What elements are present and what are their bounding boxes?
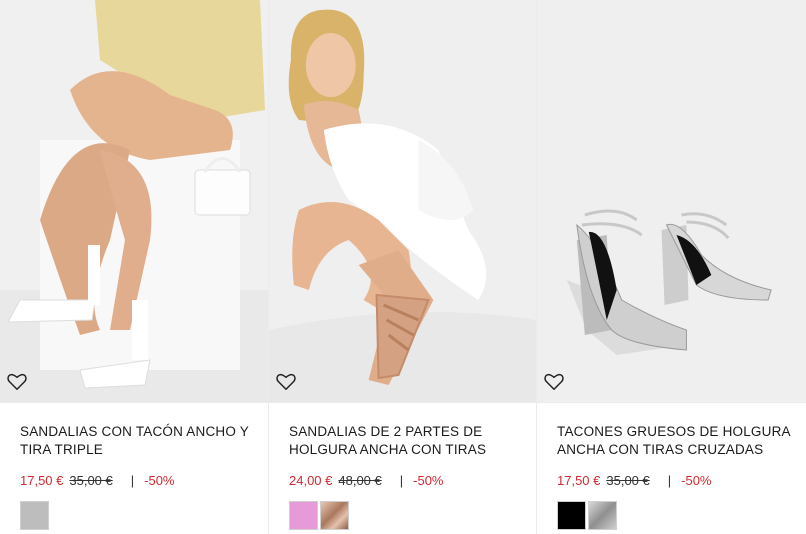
product-info: SANDALIAS DE 2 PARTES DE HOLGURA ANCHA C… <box>269 402 536 534</box>
product-info: SANDALIAS CON TACÓN ANCHO Y TIRA TRIPLE … <box>0 402 268 534</box>
color-swatches <box>20 501 49 530</box>
discount-badge: -50% <box>413 472 444 488</box>
product-card[interactable]: SANDALIAS DE 2 PARTES DE HOLGURA ANCHA C… <box>268 0 536 534</box>
rose-gold-swatch[interactable] <box>320 501 349 530</box>
pink-swatch[interactable] <box>289 501 318 530</box>
silver-swatch[interactable] <box>20 501 49 530</box>
price-row: 17,50 € 35,00 € | -50% <box>557 471 712 489</box>
heart-outline-icon[interactable] <box>6 370 28 392</box>
heart-outline-icon[interactable] <box>275 370 297 392</box>
black-swatch[interactable] <box>557 501 586 530</box>
price-row: 17,50 € 35,00 € | -50% <box>20 471 175 489</box>
product-card[interactable]: TACONES GRUESOS DE HOLGURA ANCHA CON TIR… <box>536 0 806 534</box>
color-swatches <box>289 501 349 530</box>
price-separator: | <box>130 472 135 488</box>
sale-price: 17,50 € <box>557 472 601 488</box>
price-separator: | <box>667 472 672 488</box>
product-grid: SANDALIAS CON TACÓN ANCHO Y TIRA TRIPLE … <box>0 0 806 534</box>
price-separator: | <box>399 472 404 488</box>
original-price: 35,00 € <box>606 472 650 488</box>
product-title[interactable]: SANDALIAS CON TACÓN ANCHO Y TIRA TRIPLE <box>20 423 255 459</box>
discount-badge: -50% <box>144 472 175 488</box>
product-image[interactable] <box>0 0 268 402</box>
sale-price: 24,00 € <box>289 472 333 488</box>
product-image[interactable] <box>269 0 536 402</box>
color-swatches <box>557 501 617 530</box>
product-title[interactable]: TACONES GRUESOS DE HOLGURA ANCHA CON TIR… <box>557 423 792 459</box>
discount-badge: -50% <box>681 472 712 488</box>
product-info: TACONES GRUESOS DE HOLGURA ANCHA CON TIR… <box>537 402 806 534</box>
sale-price: 17,50 € <box>20 472 64 488</box>
product-card[interactable]: SANDALIAS CON TACÓN ANCHO Y TIRA TRIPLE … <box>0 0 268 534</box>
heart-outline-icon[interactable] <box>543 370 565 392</box>
product-image[interactable] <box>537 0 806 402</box>
silver-swatch[interactable] <box>588 501 617 530</box>
original-price: 48,00 € <box>338 472 382 488</box>
original-price: 35,00 € <box>69 472 113 488</box>
price-row: 24,00 € 48,00 € | -50% <box>289 471 444 489</box>
product-title[interactable]: SANDALIAS DE 2 PARTES DE HOLGURA ANCHA C… <box>289 423 524 459</box>
